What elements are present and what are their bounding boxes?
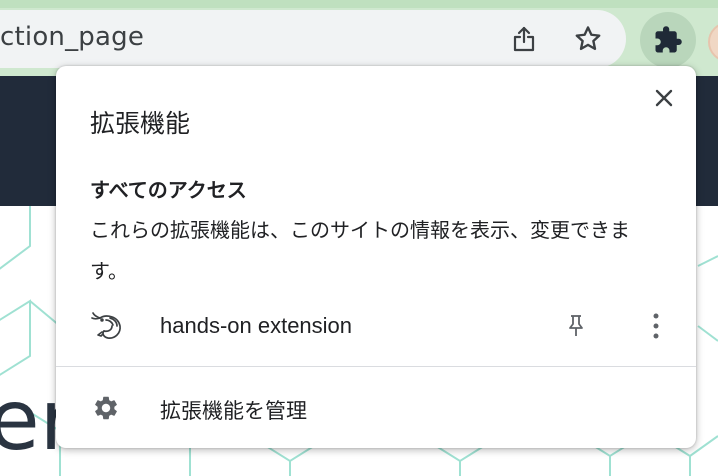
access-section-description: これらの拡張機能は、このサイトの情報を表示、変更できます。 — [90, 218, 630, 283]
address-bar-url: ction_page — [0, 22, 145, 52]
manage-extensions-button[interactable]: 拡張機能を管理 — [56, 384, 696, 432]
gear-icon — [95, 396, 117, 420]
browser-toolbar: ction_page — [0, 0, 718, 76]
extension-item[interactable]: hands-on extension — [56, 302, 696, 350]
share-icon[interactable] — [504, 19, 544, 59]
pin-icon[interactable] — [560, 308, 592, 344]
browser-window: er ction_page 拡張機能 — [0, 0, 718, 476]
extensions-menu-popup: 拡張機能 すべてのアクセス これらの拡張機能は、このサイトの情報を表示、変更でき… — [56, 66, 696, 448]
close-button[interactable] — [648, 82, 680, 114]
extensions-puzzle-icon[interactable] — [640, 12, 696, 68]
access-section-heading: すべてのアクセス — [90, 178, 247, 202]
profile-avatar[interactable] — [708, 22, 718, 62]
popup-title: 拡張機能 — [90, 109, 191, 138]
shrimp-icon — [91, 312, 121, 339]
tab-strip — [0, 0, 718, 8]
close-icon — [655, 89, 673, 107]
extension-name: hands-on extension — [160, 313, 353, 338]
divider — [56, 366, 696, 367]
more-options-icon[interactable] — [640, 308, 672, 344]
bookmark-star-icon[interactable] — [568, 19, 608, 59]
manage-extensions-label: 拡張機能を管理 — [160, 399, 307, 423]
